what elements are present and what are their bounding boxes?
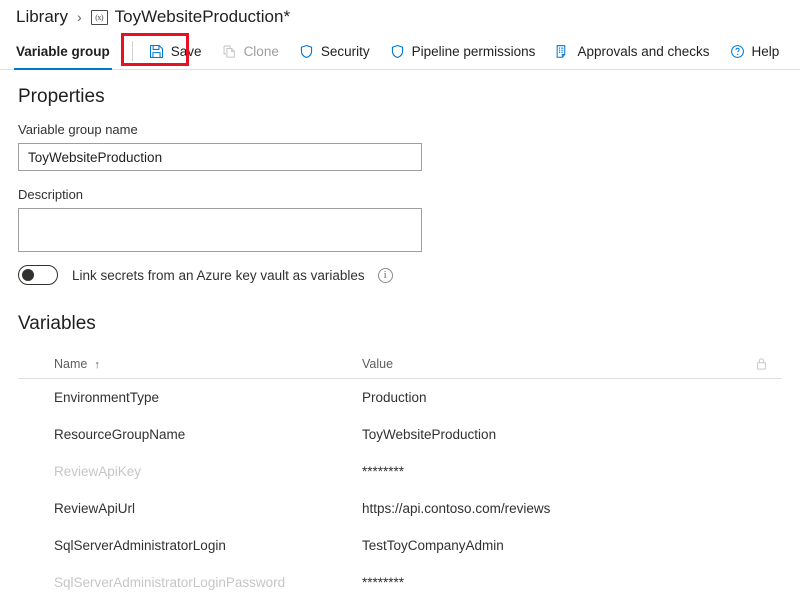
table-row[interactable]: ReviewApiKey ******** [0, 453, 800, 490]
checklist-icon [555, 44, 570, 59]
variable-group-name-label: Variable group name [18, 122, 138, 137]
clone-icon [222, 44, 237, 59]
variables-section-title: Variables [18, 313, 96, 334]
table-row[interactable]: ResourceGroupName ToyWebsiteProduction [0, 416, 800, 453]
pipeline-permissions-button[interactable]: Pipeline permissions [380, 36, 546, 66]
shield-icon [390, 44, 405, 59]
table-row[interactable]: ReviewApiUrl https://api.contoso.com/revi… [0, 490, 800, 527]
approvals-and-checks-button-label: Approvals and checks [577, 43, 710, 59]
info-icon[interactable]: i [377, 267, 393, 283]
security-button-label: Security [320, 43, 370, 59]
save-button[interactable]: Save [139, 36, 212, 66]
variable-group-icon: (x) [90, 9, 108, 25]
save-button-label: Save [170, 43, 202, 59]
variable-value-cell[interactable]: ******** [362, 464, 404, 479]
column-header-name[interactable]: Name ↑ [54, 357, 100, 371]
save-icon [149, 44, 164, 59]
shield-icon [299, 44, 314, 59]
keyvault-toggle-row: Link secrets from an Azure key vault as … [18, 264, 393, 286]
variable-name-cell[interactable]: ReviewApiKey [54, 464, 141, 479]
table-row[interactable]: SqlServerAdministratorLogin TestToyCompan… [0, 527, 800, 564]
sort-ascending-icon: ↑ [94, 359, 100, 371]
security-button[interactable]: Security [289, 36, 380, 66]
pipeline-permissions-button-label: Pipeline permissions [411, 43, 536, 59]
variables-table: Name ↑ Value EnvironmentType Production Res… [0, 350, 800, 590]
clone-button: Clone [212, 36, 289, 66]
tab-active-underline [14, 67, 112, 70]
breadcrumb-separator-icon: › [76, 9, 82, 25]
variables-rows: EnvironmentType Production ResourceGroupNa… [0, 379, 800, 601]
help-button-label: Help [751, 43, 780, 59]
variable-name-cell[interactable]: EnvironmentType [54, 390, 159, 405]
variable-value-cell[interactable]: ******** [362, 575, 404, 590]
table-header-row: Name ↑ Value [0, 350, 800, 379]
variable-group-name-input[interactable] [18, 143, 422, 171]
help-button[interactable]: Help [720, 36, 790, 66]
description-label: Description [18, 187, 84, 202]
table-row[interactable]: EnvironmentType Production [0, 379, 800, 416]
tab-variable-group[interactable]: Variable group [2, 33, 124, 70]
variable-name-cell[interactable]: SqlServerAdministratorLogin [54, 538, 226, 553]
variable-value-cell[interactable]: TestToyCompanyAdmin [362, 538, 504, 553]
column-header-value[interactable]: Value [362, 357, 393, 371]
link-secrets-keyvault-toggle[interactable] [18, 265, 58, 285]
variable-name-cell[interactable]: ResourceGroupName [54, 427, 185, 442]
variable-value-cell[interactable]: ToyWebsiteProduction [362, 427, 496, 442]
variable-value-cell[interactable]: https://api.contoso.com/reviews [362, 501, 550, 516]
column-header-lock [755, 357, 768, 371]
description-input[interactable] [18, 208, 422, 252]
command-bar: Variable group Save Clone Security Pipel… [0, 33, 800, 70]
help-circle-icon [730, 44, 745, 59]
variable-name-cell[interactable]: SqlServerAdministratorLoginPassword [54, 575, 285, 590]
breadcrumb-current-page: ToyWebsiteProduction* [114, 7, 291, 26]
table-row[interactable]: SqlServerAdministratorLoginPassword *****… [0, 564, 800, 601]
tab-variable-group-label: Variable group [16, 43, 110, 59]
lock-icon [757, 358, 766, 370]
link-secrets-keyvault-label: Link secrets from an Azure key vault as … [72, 267, 365, 283]
breadcrumb: Library › (x) ToyWebsiteProduction* [16, 2, 290, 32]
column-header-name-label: Name [54, 357, 88, 371]
column-header-value-label: Value [362, 357, 394, 371]
approvals-and-checks-button[interactable]: Approvals and checks [545, 36, 719, 66]
variable-name-cell[interactable]: ReviewApiUrl [54, 501, 135, 516]
properties-section-title: Properties [18, 86, 105, 107]
toggle-knob [22, 269, 34, 281]
variable-value-cell[interactable]: Production [362, 390, 427, 405]
clone-button-label: Clone [243, 43, 279, 59]
toolbar-divider [131, 41, 133, 61]
breadcrumb-library-link[interactable]: Library [16, 7, 68, 27]
